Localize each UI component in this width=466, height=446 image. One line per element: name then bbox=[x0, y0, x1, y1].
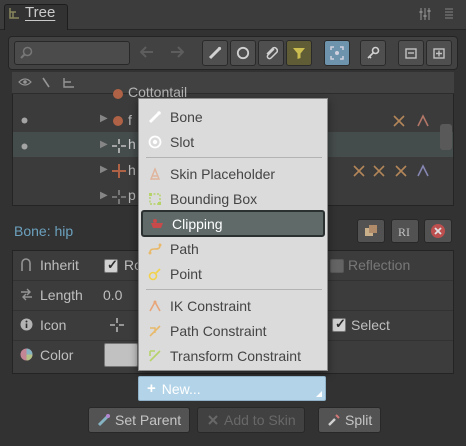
menu-item-label: Bounding Box bbox=[170, 191, 258, 207]
plus-icon: + bbox=[147, 380, 156, 397]
menu-item-label: Path Constraint bbox=[170, 323, 267, 339]
menu-item-label: Bone bbox=[170, 109, 203, 125]
menu-item-path[interactable]: Path bbox=[141, 237, 325, 261]
menu-item-label: IK Constraint bbox=[170, 298, 251, 314]
menu-item-path-constraint[interactable]: Path Constraint bbox=[141, 319, 325, 343]
skin-placeholder-icon bbox=[149, 167, 161, 180]
ik-constraint-icon bbox=[149, 300, 161, 312]
path-constraint-icon bbox=[149, 325, 161, 337]
transform-constraint-icon bbox=[149, 350, 161, 362]
menu-item-label: Clipping bbox=[172, 215, 223, 232]
menu-item-ik-constraint[interactable]: IK Constraint bbox=[141, 294, 325, 318]
menu-item-label: Slot bbox=[170, 134, 195, 150]
menu-item-transform-constraint[interactable]: Transform Constraint bbox=[141, 344, 325, 368]
path-icon bbox=[148, 243, 162, 255]
slot-icon bbox=[148, 135, 162, 149]
new-button-label: New... bbox=[161, 380, 201, 397]
clipping-icon bbox=[151, 218, 163, 228]
dropdown-corner-icon bbox=[316, 391, 322, 397]
bone-icon bbox=[148, 111, 161, 124]
bounding-box-icon bbox=[149, 193, 161, 205]
menu-item-label: Path bbox=[170, 241, 199, 257]
menu-item-bone[interactable]: Bone bbox=[141, 105, 325, 129]
menu-item-label: Transform Constraint bbox=[170, 348, 301, 364]
menu-item-clipping[interactable]: Clipping bbox=[141, 210, 325, 237]
menu-item-point[interactable]: Point bbox=[141, 262, 325, 286]
menu-separator bbox=[146, 289, 322, 290]
menu-item-skin-placeholder[interactable]: Skin Placeholder bbox=[141, 162, 325, 186]
menu-item-bounding-box[interactable]: Bounding Box bbox=[141, 187, 325, 211]
menu-separator bbox=[146, 157, 322, 158]
menu-item-slot[interactable]: Slot bbox=[141, 130, 325, 154]
new-button[interactable]: + New... bbox=[138, 376, 326, 401]
menu-item-label: Point bbox=[170, 266, 202, 282]
point-icon bbox=[148, 268, 161, 281]
menu-item-label: Skin Placeholder bbox=[170, 166, 276, 182]
